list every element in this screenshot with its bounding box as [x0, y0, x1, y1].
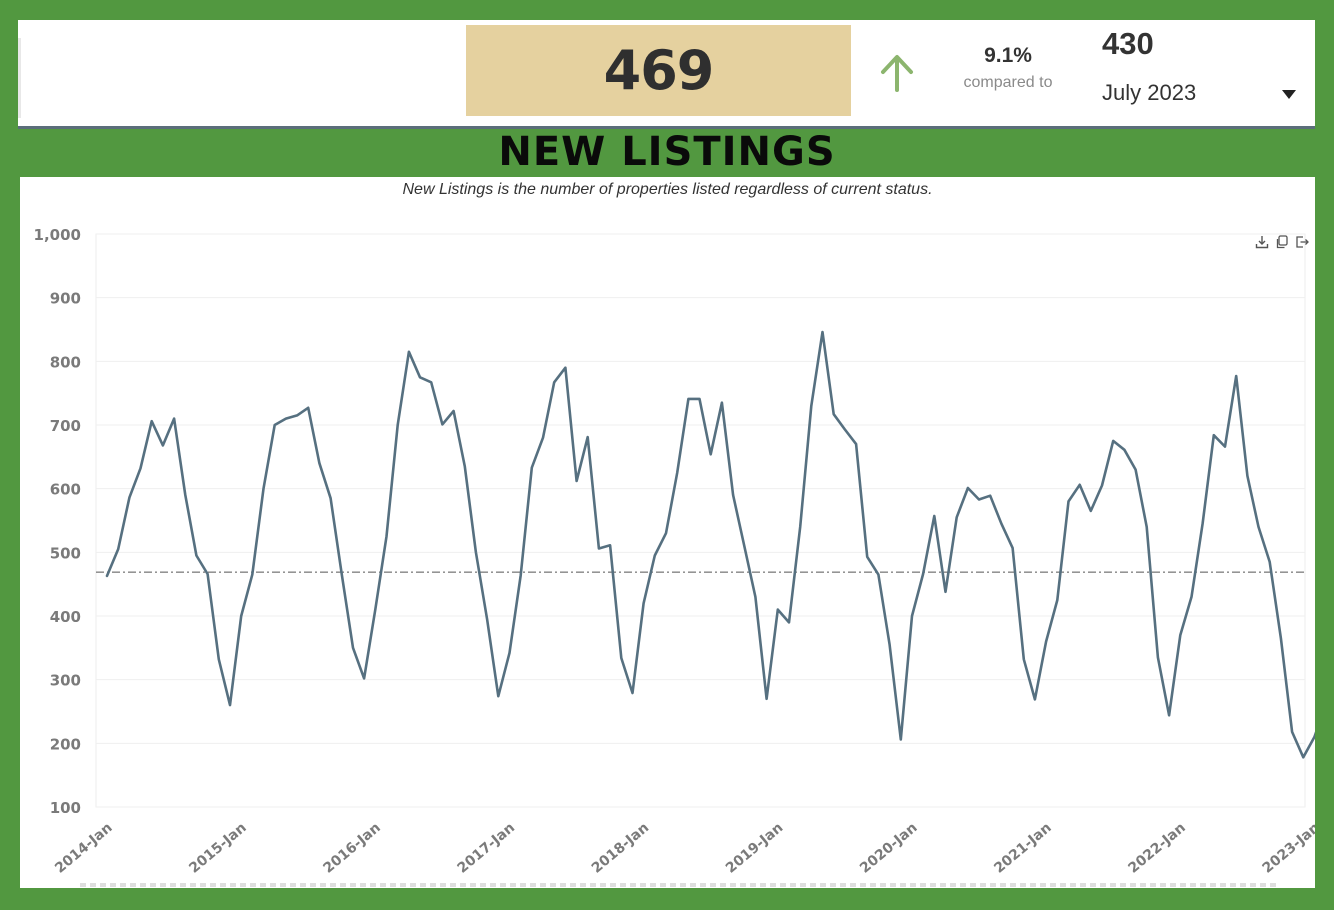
- chart-toolbar: [1255, 235, 1309, 249]
- x-tick-label: 2014-Jan: [52, 820, 115, 877]
- x-tick-label: 2017-Jan: [455, 820, 518, 877]
- y-tick-label: 700: [50, 417, 81, 435]
- x-tick-label: 2018-Jan: [589, 820, 652, 877]
- kpi-current-value: 469: [603, 39, 715, 102]
- section-title: NEW LISTINGS: [498, 129, 836, 175]
- line-chart: 100 200 300 400 500 600 700 800 900 1,000 2014-Jan…: [34, 226, 1315, 877]
- kpi-current-value-box: 469: [466, 25, 851, 116]
- y-tick-label: 500: [50, 544, 81, 562]
- y-tick-label: 1,000: [34, 226, 81, 244]
- kpi-compared-label: compared to: [963, 74, 1053, 91]
- y-tick-label: 100: [50, 799, 81, 817]
- comparison-period-dropdown[interactable]: July 2023: [1102, 80, 1196, 106]
- y-tick-label: 200: [50, 735, 81, 753]
- x-tick-label: 2023-Jan: [1260, 820, 1315, 877]
- y-tick-label: 300: [50, 672, 81, 690]
- x-tick-label: 2020-Jan: [857, 820, 920, 877]
- x-tick-label: 2016-Jan: [320, 820, 383, 877]
- panel-edge: [18, 38, 21, 118]
- y-tick-label: 400: [50, 608, 81, 626]
- copy-icon[interactable]: [1275, 235, 1289, 249]
- x-tick-label: 2019-Jan: [723, 820, 786, 877]
- kpi-previous-value: 430: [1102, 26, 1154, 61]
- plot-frame: [95, 233, 1306, 808]
- x-tick-label: 2022-Jan: [1125, 820, 1188, 877]
- export-icon[interactable]: [1295, 235, 1309, 249]
- download-icon[interactable]: [1255, 235, 1269, 249]
- chevron-down-icon[interactable]: [1282, 90, 1296, 99]
- kpi-change-percent: 9.1%: [984, 44, 1032, 67]
- y-tick-label: 600: [50, 481, 81, 499]
- x-tick-label: 2015-Jan: [186, 820, 249, 877]
- kpi-summary-bar: 469 9.1% compared to 430 July 2023: [18, 20, 1315, 129]
- series-line: [105, 330, 1315, 759]
- chart-panel: New Listings is the number of properties…: [20, 177, 1315, 888]
- x-tick-label: 2021-Jan: [991, 820, 1054, 877]
- y-tick-label: 900: [50, 290, 81, 308]
- footnote-text-cutoff: [80, 883, 1280, 887]
- arrow-up-icon: [881, 55, 913, 92]
- y-tick-label: 800: [50, 353, 81, 371]
